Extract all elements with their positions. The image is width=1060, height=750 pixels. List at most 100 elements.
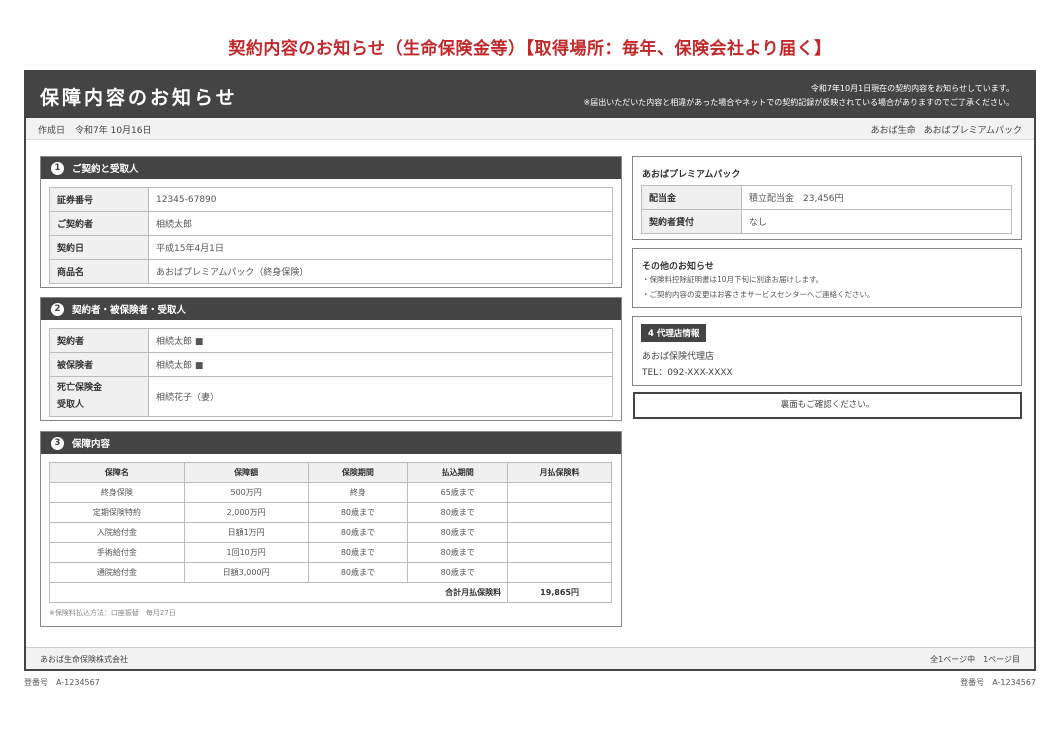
- product-name: あおばプレミアムパック（終身保険）: [148, 259, 613, 284]
- coverage-name: 定期保険特約: [49, 502, 185, 523]
- column-header: 月払保険料: [507, 462, 612, 483]
- bottom-id-label: 登番号: [24, 678, 48, 687]
- disclaimer-notice: ※届出いただいた内容と相違があった場合やネットでの契約記録が反映されている場合が…: [583, 98, 1014, 107]
- row-label: 配当金: [641, 185, 742, 210]
- other-notice-title: その他のお知らせ: [642, 262, 714, 272]
- document-title: 保障内容のお知らせ: [40, 87, 238, 109]
- row-label: 商品名: [49, 259, 149, 284]
- contract-date: 平成15年4月1日: [148, 235, 613, 260]
- table-row: 商品名 あおばプレミアムパック（終身保険）: [49, 259, 613, 284]
- coverage-amount: 500万円: [183, 482, 309, 503]
- as-of-notice: 令和7年10月1日現在の契約内容をお知らせしています。: [810, 84, 1014, 93]
- column-header: 保険期間: [307, 462, 409, 483]
- premium-pack-table: 配当金 積立配当金 23,456円 契約者貸付 なし: [641, 185, 1012, 234]
- section-parties: 2 契約者・被保険者・受取人 契約者 相続太郎 ■ 被保険者 相続太郎 ■ 死亡保険…: [40, 297, 622, 421]
- coverage-period: 終身: [307, 482, 409, 503]
- monthly-premium: [507, 562, 612, 583]
- coverage-period: 80歳まで: [307, 562, 409, 583]
- table-row: 入院給付金 日額1万円 80歳まで 80歳まで: [49, 522, 612, 543]
- policy-loan-value: なし: [741, 209, 1012, 234]
- bottom-id-label: 登番号: [960, 678, 985, 687]
- policy-number: 12345-67890: [148, 187, 613, 212]
- coverage-period: 80歳まで: [307, 502, 409, 523]
- row-label: 証券番号: [49, 187, 149, 212]
- row-label: 契約者: [49, 328, 149, 353]
- coverage-name: 入院給付金: [49, 522, 185, 543]
- bottom-id-value: A-1234567: [56, 678, 100, 687]
- coverage-table: 保障名 保障額 保険期間 払込期間 月払保険料 終身保険 500万円 終身 65歳まで…: [48, 462, 612, 603]
- dividend-value: 積立配当金 23,456円: [741, 185, 1012, 210]
- table-row: 証券番号 12345-67890: [49, 187, 613, 212]
- agent-info-label: 4 代理店情報: [641, 324, 707, 342]
- column-header: 保障額: [183, 462, 309, 483]
- created-label: 作成日: [38, 126, 66, 136]
- section-header: 2 契約者・被保険者・受取人: [41, 298, 621, 320]
- table-row: 通院給付金 日額3,000円 80歳まで 80歳まで: [49, 562, 612, 583]
- table-row: 契約者 相続太郎 ■: [49, 328, 613, 353]
- bottom-id-left: 登番号 A-1234567: [24, 677, 108, 688]
- parties-table: 契約者 相続太郎 ■ 被保険者 相続太郎 ■ 死亡保険金 受取人 相続花子（妻）: [49, 328, 613, 417]
- section-number: 1: [51, 161, 64, 175]
- table-row: 契約日 平成15年4月1日: [49, 235, 613, 260]
- created-date: 令和7年 10月16日: [75, 126, 152, 136]
- column-header: 払込期間: [407, 462, 509, 483]
- bottom-id-value: A-1234567: [992, 678, 1036, 687]
- coverage-period: 80歳まで: [307, 522, 409, 543]
- section-title: ご契約と受取人: [72, 164, 139, 175]
- policyholder-name: 相続太郎: [148, 211, 613, 236]
- total-premium-value: 19,865円: [507, 582, 612, 603]
- monthly-premium: [507, 502, 612, 523]
- column-header: 保障名: [49, 462, 185, 483]
- product-short-name: あおばプレミアムパック: [923, 126, 1022, 136]
- document-footer: あおば生命保険株式会社 全1ページ中 1ページ目: [26, 647, 1034, 669]
- footer-company: あおば生命保険株式会社: [40, 655, 128, 664]
- policy-notice-document: 保障内容のお知らせ 令和7年10月1日現在の契約内容をお知らせしています。 ※届…: [24, 70, 1036, 671]
- payment-method-note: ※保険料払込方法：口座振替 毎月27日: [49, 609, 176, 617]
- monthly-premium: [507, 542, 612, 563]
- section-number: 3: [51, 436, 64, 450]
- coverage-amount: 日額3,000円: [183, 562, 309, 583]
- row-label: 契約日: [49, 235, 149, 260]
- contract-table: 証券番号 12345-67890 ご契約者 相続太郎 契約日 平成15年4月1日 商品…: [49, 187, 613, 284]
- row-label: ご契約者: [49, 211, 149, 236]
- coverage-amount: 2,000万円: [183, 502, 309, 523]
- other-notice-line: ・保険料控除証明書は10月下旬に別途お届けします。: [642, 275, 824, 284]
- monthly-premium: [507, 482, 612, 503]
- section-contract-beneficiary: 1 ご契約と受取人 証券番号 12345-67890 ご契約者 相続太郎 契約日 平成…: [40, 156, 622, 288]
- coverage-amount: 1回10万円: [183, 542, 309, 563]
- beneficiary-name: 相続花子（妻）: [148, 376, 613, 417]
- meta-bar: 作成日 令和7年 10月16日 あおば生命 あおばプレミアムパック: [26, 118, 1034, 140]
- section-header: 1 ご契約と受取人: [41, 157, 621, 179]
- section-number: 2: [51, 302, 64, 316]
- bottom-id-right: 登番号 A-1234567: [960, 677, 1036, 688]
- other-notice-box: その他のお知らせ ・保険料控除証明書は10月下旬に別途お届けします。 ・ご契約内…: [632, 248, 1022, 308]
- payment-period: 80歳まで: [407, 522, 509, 543]
- document-header: 保障内容のお知らせ 令和7年10月1日現在の契約内容をお知らせしています。 ※届…: [26, 72, 1034, 118]
- contractor-name: 相続太郎 ■: [148, 328, 613, 353]
- row-label: 被保険者: [49, 352, 149, 377]
- section-header: 3 保障内容: [41, 432, 621, 454]
- coverage-name: 手術給付金: [49, 542, 185, 563]
- section-coverage: 3 保障内容 保障名 保障額 保険期間 払込期間 月払保険料 終身保険 500万円…: [40, 431, 622, 627]
- table-row: 定期保険特約 2,000万円 80歳まで 80歳まで: [49, 502, 612, 523]
- confirm-back-notice: 裏面もご確認ください。: [633, 392, 1022, 419]
- footer-page-info: 全1ページ中 1ページ目: [930, 655, 1020, 664]
- other-notice-line: ・ご契約内容の変更はお客さまサービスセンターへご連絡ください。: [642, 290, 875, 299]
- agent-name: あおば保険代理店: [642, 352, 715, 362]
- table-row: 配当金 積立配当金 23,456円: [641, 185, 1012, 210]
- payment-period: 65歳まで: [407, 482, 509, 503]
- table-row: 終身保険 500万円 終身 65歳まで: [49, 482, 612, 503]
- page-heading: 契約内容のお知らせ（生命保険金等）【取得場所：毎年、保険会社より届く】: [228, 39, 832, 59]
- premium-pack-title: あおばプレミアムパック: [642, 170, 741, 180]
- table-row: 契約者貸付 なし: [641, 209, 1012, 234]
- coverage-name: 終身保険: [49, 482, 185, 503]
- section-title: 保障内容: [72, 439, 111, 450]
- section-title: 契約者・被保険者・受取人: [72, 305, 187, 316]
- agent-phone: TEL：092-XXX-XXXX: [642, 368, 733, 378]
- payment-period: 80歳まで: [407, 502, 509, 523]
- row-label: 死亡保険金 受取人: [49, 376, 149, 417]
- table-row: 死亡保険金 受取人 相続花子（妻）: [49, 376, 613, 417]
- total-premium-label: 合計月払保険料: [48, 582, 509, 603]
- premium-pack-box: あおばプレミアムパック 配当金 積立配当金 23,456円 契約者貸付 なし: [632, 156, 1022, 240]
- table-row: ご契約者 相続太郎: [49, 211, 613, 236]
